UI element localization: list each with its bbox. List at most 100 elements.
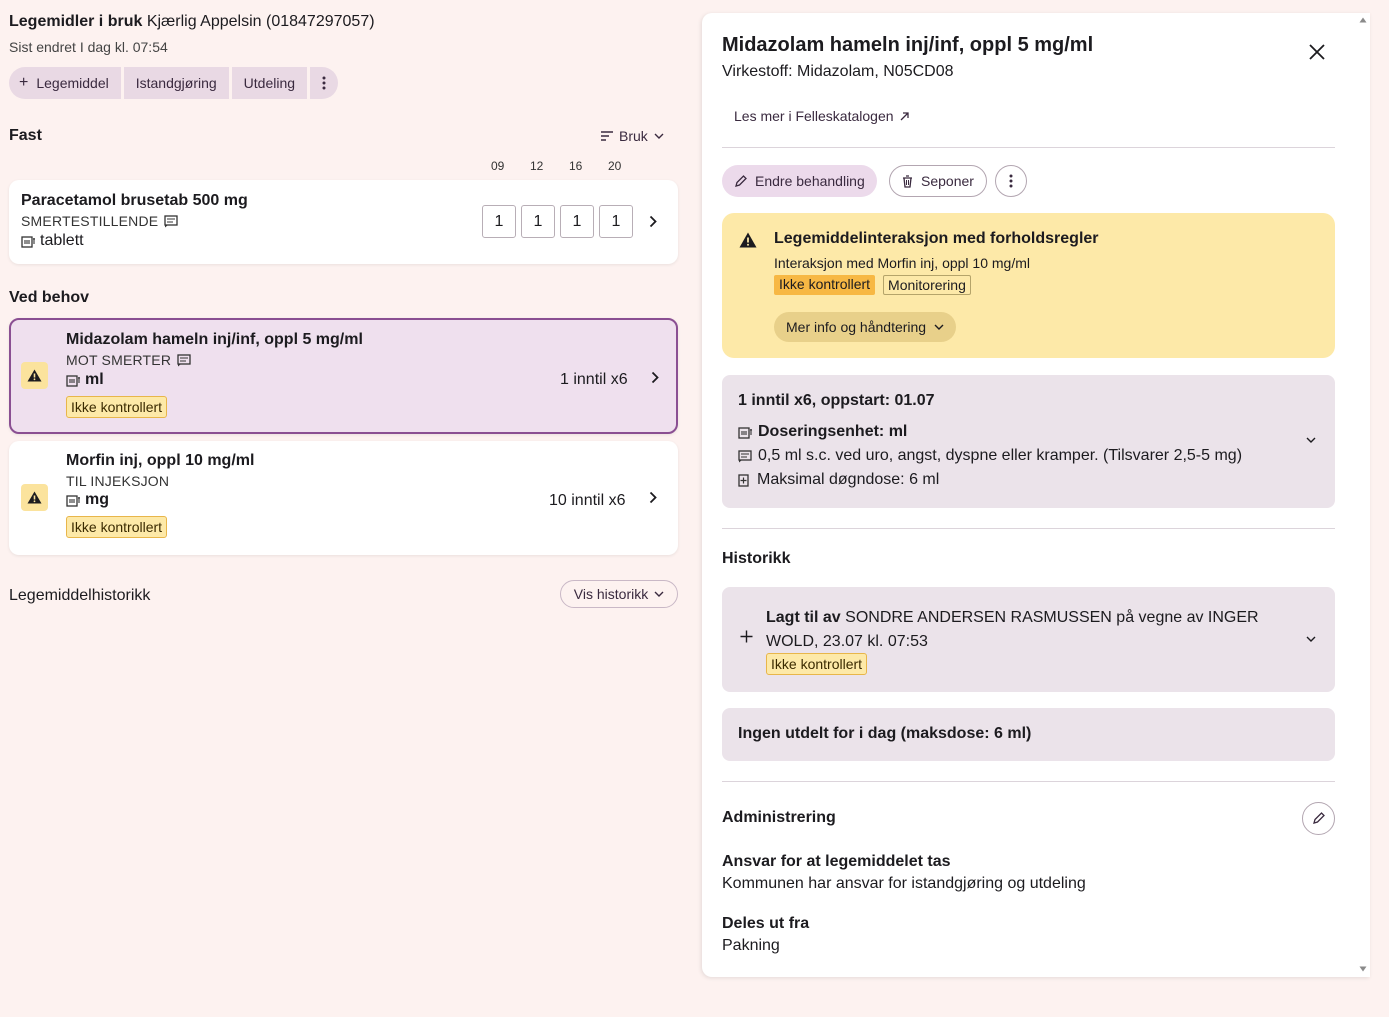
medication-unit: ml bbox=[66, 371, 104, 389]
prepare-button[interactable]: Istandgjøring bbox=[123, 67, 229, 99]
divider bbox=[722, 781, 1335, 782]
today-status: Ingen utdelt for i dag (maksdose: 6 ml) bbox=[722, 708, 1335, 761]
category-text: SMERTESTILLENDE bbox=[21, 213, 159, 229]
unit-text: mg bbox=[85, 491, 109, 508]
medication-card-midazolam[interactable]: Midazolam hameln inj/inf, oppl 5 mg/ml M… bbox=[9, 318, 678, 434]
alert-subtitle: Interaksjon med Morfin inj, oppl 10 mg/m… bbox=[774, 255, 1030, 271]
close-button[interactable] bbox=[1302, 37, 1332, 67]
divider bbox=[722, 528, 1335, 529]
administration-heading: Administrering bbox=[722, 809, 836, 826]
status-badge: Ikke kontrollert bbox=[766, 653, 868, 675]
discontinue-label: Seponer bbox=[921, 173, 974, 189]
dosage-text: 1 inntil x6 bbox=[560, 371, 628, 388]
time-header-0: 09 bbox=[491, 159, 505, 173]
dose-unit-icon bbox=[738, 426, 753, 439]
scrollbar[interactable] bbox=[1356, 13, 1370, 977]
chevron-right-icon bbox=[649, 215, 657, 228]
monitoring-badge: Monitorering bbox=[883, 275, 971, 295]
change-treatment-button[interactable]: Endre behandling bbox=[722, 165, 877, 197]
dose-unit-icon bbox=[21, 235, 36, 248]
dosing-unit-text: Doseringsenhet: ml bbox=[758, 423, 908, 440]
today-status-text: Ingen utdelt for i dag (maksdose: 6 ml) bbox=[738, 725, 1032, 742]
more-vertical-icon bbox=[322, 76, 326, 90]
chevron-down-icon bbox=[1306, 636, 1316, 642]
action-bar: + Legemiddel Istandgjøring Utdeling bbox=[9, 67, 339, 99]
panel-title: Midazolam hameln inj/inf, oppl 5 mg/ml bbox=[722, 34, 1094, 56]
discontinue-button[interactable]: Seponer bbox=[889, 165, 987, 197]
medication-category: TIL INJEKSJON bbox=[66, 473, 169, 489]
history-section-label: Legemiddelhistorikk bbox=[9, 587, 151, 604]
dosing-max-text: Maksimal døgndose: 6 ml bbox=[757, 471, 940, 488]
scroll-up-arrow-icon[interactable] bbox=[1359, 17, 1367, 23]
history-entry[interactable]: Lagt til av SONDRE ANDERSEN RASMUSSEN på… bbox=[722, 587, 1335, 692]
sort-icon bbox=[601, 131, 613, 141]
add-medication-label: Legemiddel bbox=[36, 75, 109, 91]
comment-icon bbox=[164, 214, 178, 228]
chevron-right-icon bbox=[649, 491, 657, 504]
time-header-1: 12 bbox=[530, 159, 544, 173]
felleskatalogen-link-text: Les mer i Felleskatalogen bbox=[734, 108, 894, 124]
medication-card-morfin[interactable]: Morfin inj, oppl 10 mg/ml TIL INJEKSJON … bbox=[9, 441, 678, 555]
pencil-icon bbox=[1312, 812, 1325, 825]
patient-name: Kjærlig Appelsin (01847297057) bbox=[146, 13, 375, 30]
dose-box-09[interactable]: 1 bbox=[482, 205, 516, 238]
dose-unit-icon bbox=[66, 374, 81, 387]
chevron-down-icon bbox=[654, 591, 664, 597]
show-history-label: Vis historikk bbox=[573, 586, 649, 602]
medication-category: MOT SMERTER bbox=[66, 352, 191, 368]
felleskatalogen-link[interactable]: Les mer i Felleskatalogen bbox=[734, 108, 909, 124]
detail-panel: Midazolam hameln inj/inf, oppl 5 mg/ml V… bbox=[702, 13, 1370, 977]
more-info-button[interactable]: Mer info og håndtering bbox=[774, 312, 957, 342]
close-icon bbox=[1309, 44, 1325, 60]
chevron-down-icon bbox=[1306, 437, 1316, 443]
history-heading: Historikk bbox=[722, 550, 791, 567]
active-substance: Virkestoff: Midazolam, N05CD08 bbox=[722, 63, 954, 80]
last-changed: Sist endret I dag kl. 07:54 bbox=[9, 39, 168, 55]
dose-unit-icon bbox=[66, 494, 81, 507]
medication-card-paracetamol[interactable]: Paracetamol brusetab 500 mg SMERTESTILLE… bbox=[9, 180, 678, 264]
scroll-down-arrow-icon[interactable] bbox=[1359, 966, 1367, 972]
medication-name: Morfin inj, oppl 10 mg/ml bbox=[66, 452, 255, 469]
more-actions-button[interactable] bbox=[310, 67, 339, 99]
dosing-instruction-row: 0,5 ml s.c. ved uro, angst, dyspne eller… bbox=[738, 447, 1242, 465]
responsibility-label: Ansvar for at legemiddelet tas bbox=[722, 853, 951, 870]
sort-dropdown[interactable]: Bruk bbox=[601, 128, 664, 144]
alert-title: Legemiddelinteraksjon med forholdsregler bbox=[774, 230, 1099, 247]
alert-tags: Ikke kontrollert Monitorering bbox=[774, 275, 971, 295]
unit-text: tablett bbox=[40, 232, 84, 249]
more-info-label: Mer info og håndtering bbox=[786, 319, 927, 335]
interaction-alert: Legemiddelinteraksjon med forholdsregler… bbox=[722, 213, 1335, 358]
dispense-button[interactable]: Utdeling bbox=[231, 67, 308, 99]
responsibility-value: Kommunen har ansvar for istandgjøring og… bbox=[722, 875, 1086, 892]
edit-administration-button[interactable] bbox=[1302, 802, 1335, 835]
section-ved-behov-label: Ved behov bbox=[9, 289, 90, 306]
show-history-button[interactable]: Vis historikk bbox=[560, 580, 678, 608]
dose-box-20[interactable]: 1 bbox=[599, 205, 633, 238]
medication-name: Paracetamol brusetab 500 mg bbox=[21, 192, 248, 209]
medication-unit: mg bbox=[66, 491, 109, 509]
add-medication-button[interactable]: + Legemiddel bbox=[9, 67, 121, 99]
plus-icon: + bbox=[19, 74, 29, 91]
divider bbox=[722, 147, 1335, 148]
section-fast-label: Fast bbox=[9, 127, 42, 144]
more-options-button[interactable] bbox=[995, 165, 1027, 197]
dosing-title: 1 inntil x6, oppstart: 01.07 bbox=[738, 392, 935, 409]
warning-icon bbox=[739, 232, 757, 248]
warning-icon bbox=[21, 362, 48, 389]
chevron-down-icon bbox=[654, 133, 664, 139]
chevron-right-icon bbox=[651, 371, 659, 384]
dosage-text: 10 inntil x6 bbox=[549, 492, 626, 509]
dosing-section[interactable]: 1 inntil x6, oppstart: 01.07 Doseringsen… bbox=[722, 375, 1335, 508]
more-vertical-icon bbox=[1009, 174, 1013, 188]
history-entry-line2: WOLD, 23.07 kl. 07:53 bbox=[766, 633, 928, 650]
history-entry-line1: SONDRE ANDERSEN RASMUSSEN på vegne av IN… bbox=[845, 609, 1259, 626]
unit-text: ml bbox=[85, 371, 104, 388]
page-title-bold: Legemidler i bruk bbox=[9, 13, 143, 30]
category-text: TIL INJEKSJON bbox=[66, 473, 170, 489]
dose-box-12[interactable]: 1 bbox=[521, 205, 555, 238]
category-text: MOT SMERTER bbox=[66, 352, 172, 368]
dose-box-16[interactable]: 1 bbox=[560, 205, 594, 238]
comment-icon bbox=[738, 449, 752, 463]
plus-icon bbox=[740, 630, 753, 643]
dispensed-from-label: Deles ut fra bbox=[722, 915, 810, 932]
